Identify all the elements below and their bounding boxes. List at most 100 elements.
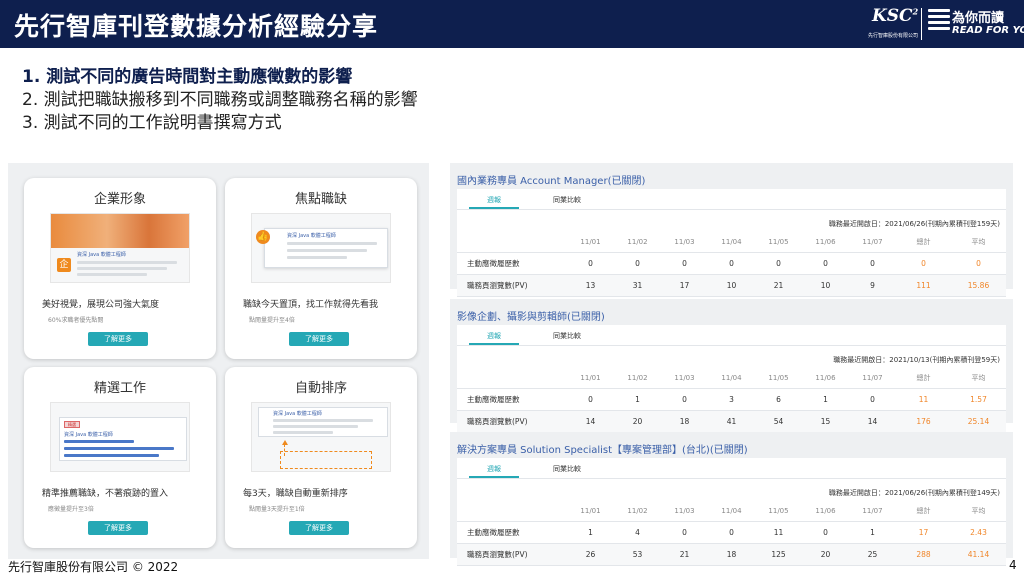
ksc-logo: KSC2 先行智庫股份有限公司 xyxy=(868,6,920,42)
row-label: 職務頁瀏覽數(PV) xyxy=(457,410,567,433)
column-header: 11/06 xyxy=(802,501,849,522)
column-header: 總計 xyxy=(896,501,951,522)
row-label: 主動應徵履歷數 xyxy=(457,521,567,544)
column-header xyxy=(457,232,567,253)
learn-more-button[interactable]: 了解更多 xyxy=(88,332,148,346)
card-preview-image: 企 資深 Java 軟體工程師 xyxy=(50,213,190,283)
column-header: 11/04 xyxy=(708,232,755,253)
table-row: 職務頁瀏覽數(PV) 14 20 18 41 54 15 14 176 25.14 xyxy=(457,410,1006,433)
selected-tag: 精選 xyxy=(64,421,80,428)
tab-weekly[interactable]: 週報 xyxy=(469,328,519,345)
table-cell: 41 xyxy=(708,410,755,433)
average-cell: 15.86 xyxy=(951,274,1006,297)
thumbs-up-icon: 👍 xyxy=(256,230,270,244)
average-cell: 1.57 xyxy=(951,388,1006,411)
card-corporate-image: 企業形象 企 資深 Java 軟體工程師 美好視覺，展現公司強大氣度 60%求職… xyxy=(24,178,216,359)
column-header: 11/07 xyxy=(849,232,896,253)
table-cell: 14 xyxy=(849,410,896,433)
table-cell: 25 xyxy=(849,543,896,566)
post-date-info: 職務最近開啟日：2021/06/26(刊期內累積刊登159天) xyxy=(828,220,1000,228)
stats-table: 11/01 11/02 11/03 11/04 11/05 11/06 11/07 總計 平均主… xyxy=(457,232,1006,297)
read-for-you-cn: 為你而讀 xyxy=(952,11,1005,26)
learn-more-button[interactable]: 了解更多 xyxy=(88,521,148,535)
column-header: 11/03 xyxy=(661,501,708,522)
column-header: 11/02 xyxy=(614,232,661,253)
card-selected-job: 精選工作 精選 資深 Java 軟體工程師 精準推薦職缺，不著痕跡的置入 應徵量… xyxy=(24,367,216,548)
job-title-link[interactable]: 解決方案專員 Solution Specialist【專案管理部】(台北)(已關… xyxy=(457,441,748,456)
table-row: 職務頁瀏覽數(PV) 26 53 21 18 125 20 25 288 41.14 xyxy=(457,543,1006,566)
table-cell: 0 xyxy=(661,252,708,275)
card-title: 自動排序 xyxy=(294,381,347,396)
table-cell: 3 xyxy=(708,388,755,411)
table-row: 主動應徵履歷數 1 4 0 0 11 0 1 17 2.43 xyxy=(457,521,1006,544)
page-number: 4 xyxy=(1009,558,1017,572)
average-cell: 2.43 xyxy=(951,521,1006,544)
table-cell: 21 xyxy=(755,274,802,297)
column-header: 11/02 xyxy=(614,368,661,389)
job-title-link[interactable]: 影像企劃、攝影與剪輯師(已關閉) xyxy=(457,308,605,323)
table-cell: 14 xyxy=(567,410,614,433)
table-cell: 0 xyxy=(614,252,661,275)
sort-slot xyxy=(280,451,372,469)
card-metric: 點閱量3天提升至1倍 xyxy=(249,506,305,513)
job-stats-card: 週報 同業比較職務最近開啟日：2021/06/26(刊期內累積刊登149天) 11/… xyxy=(457,458,1006,566)
column-header: 11/04 xyxy=(708,368,755,389)
total-cell: 17 xyxy=(896,521,951,544)
ad-products-panel: 企業形象 企 資深 Java 軟體工程師 美好視覺，展現公司強大氣度 60%求職… xyxy=(8,163,429,559)
column-header: 平均 xyxy=(951,232,1006,253)
card-auto-sort: 自動排序 資深 Java 軟體工程師 每3天，職缺自動重新排序 點閱量3天提升至… xyxy=(225,367,417,548)
learn-more-button[interactable]: 了解更多 xyxy=(289,332,349,346)
average-cell: 41.14 xyxy=(951,543,1006,566)
tab-industry-compare[interactable]: 同業比較 xyxy=(537,461,597,478)
table-cell: 21 xyxy=(661,543,708,566)
tab-industry-compare[interactable]: 同業比較 xyxy=(537,192,597,209)
column-header: 平均 xyxy=(951,368,1006,389)
card-metric: 點閱量提升至4倍 xyxy=(249,317,295,324)
table-cell: 9 xyxy=(849,274,896,297)
column-header: 11/01 xyxy=(567,501,614,522)
preview-job-title: 資深 Java 軟體工程師 xyxy=(287,233,336,239)
post-date-info: 職務最近開啟日：2021/06/26(刊期內累積刊登149天) xyxy=(828,489,1000,497)
tab-weekly[interactable]: 週報 xyxy=(469,192,519,209)
arrow-up-icon xyxy=(282,440,288,445)
tab-industry-compare[interactable]: 同業比較 xyxy=(537,328,597,345)
card-metric: 應徵量提升至3倍 xyxy=(48,506,94,513)
table-cell: 0 xyxy=(849,252,896,275)
card-preview-image: 精選 資深 Java 軟體工程師 xyxy=(50,402,190,472)
table-cell: 0 xyxy=(802,521,849,544)
job-title-link[interactable]: 國內業務專員 Account Manager(已關閉) xyxy=(457,172,645,187)
column-header: 11/01 xyxy=(567,368,614,389)
total-cell: 176 xyxy=(896,410,951,433)
column-header: 11/04 xyxy=(708,501,755,522)
table-cell: 1 xyxy=(802,388,849,411)
table-cell: 53 xyxy=(614,543,661,566)
table-header-row: 11/01 11/02 11/03 11/04 11/05 11/06 11/07 總計 平均 xyxy=(457,368,1006,389)
column-header: 11/03 xyxy=(661,368,708,389)
stats-table: 11/01 11/02 11/03 11/04 11/05 11/06 11/07 總計 平均主… xyxy=(457,368,1006,433)
company-badge-icon: 企 xyxy=(57,258,71,272)
column-header: 11/03 xyxy=(661,232,708,253)
total-cell: 0 xyxy=(896,252,951,275)
test-item-2: 2. 測試把職缺搬移到不同職務或調整職務名稱的影響 xyxy=(22,90,418,110)
card-featured-job: 焦點職缺 資深 Java 軟體工程師 👍 職缺今天置頂，找工作就得先看我 點閱量… xyxy=(225,178,417,359)
column-header: 11/07 xyxy=(849,501,896,522)
table-cell: 54 xyxy=(755,410,802,433)
read-for-you-en: READ FOR YOU xyxy=(952,25,1024,36)
card-description: 職缺今天置頂，找工作就得先看我 xyxy=(243,300,379,310)
table-cell: 31 xyxy=(614,274,661,297)
table-header-row: 11/01 11/02 11/03 11/04 11/05 11/06 11/07 總計 平均 xyxy=(457,232,1006,253)
preview-job-title: 資深 Java 軟體工程師 xyxy=(64,432,113,438)
column-header: 11/02 xyxy=(614,501,661,522)
column-header: 11/05 xyxy=(755,232,802,253)
total-cell: 111 xyxy=(896,274,951,297)
table-cell: 20 xyxy=(614,410,661,433)
table-cell: 0 xyxy=(849,388,896,411)
tab-weekly[interactable]: 週報 xyxy=(469,461,519,478)
row-label: 主動應徵履歷數 xyxy=(457,252,567,275)
table-cell: 20 xyxy=(802,543,849,566)
column-header: 11/07 xyxy=(849,368,896,389)
learn-more-button[interactable]: 了解更多 xyxy=(289,521,349,535)
job-stats-panel: 國內業務專員 Account Manager(已關閉) 週報 同業比較職務最近開啟日… xyxy=(450,163,1013,297)
table-cell: 6 xyxy=(755,388,802,411)
table-cell: 26 xyxy=(567,543,614,566)
